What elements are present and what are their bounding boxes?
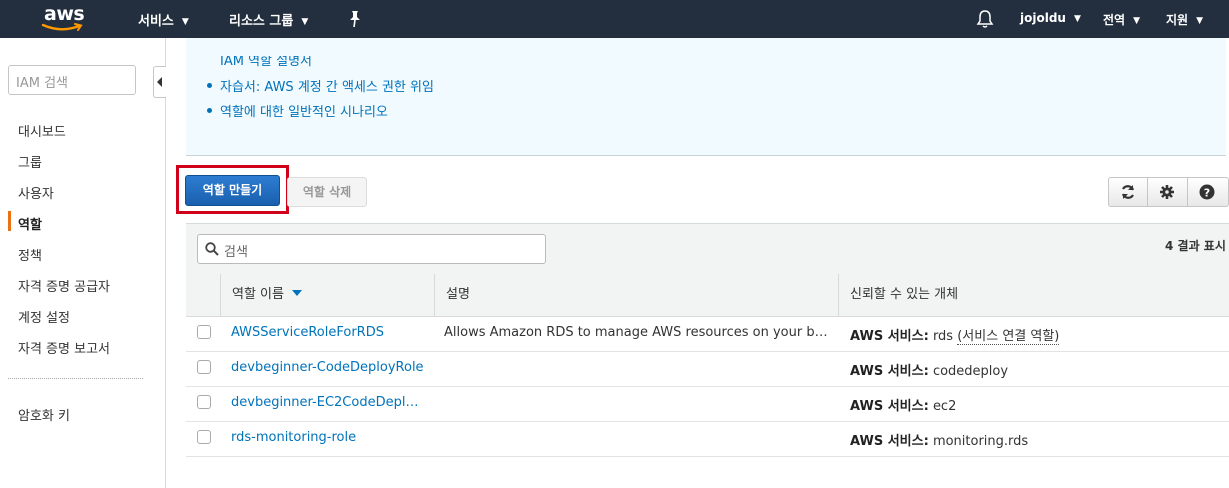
top-navigation-bar: aws 서비스 ▼ 리소스 그룹 ▼ jojoldu ▼ 전역 ▼ 지원 ▼	[0, 0, 1229, 38]
row-checkbox[interactable]	[197, 360, 211, 374]
gear-icon	[1160, 185, 1174, 199]
sidebar-item-encryption-keys[interactable]: 암호화 키	[18, 405, 70, 424]
row-checkbox[interactable]	[197, 430, 211, 444]
column-divider	[220, 274, 221, 316]
table-header: 역할 이름 설명 신뢰할 수 있는 개체	[186, 274, 1229, 317]
resource-groups-menu[interactable]: 리소스 그룹 ▼	[229, 10, 308, 29]
column-header-role-name[interactable]: 역할 이름	[232, 274, 302, 316]
aws-smile-icon	[41, 23, 83, 31]
help-icon: ?	[1199, 184, 1215, 200]
sidebar-item-credential-report[interactable]: 자격 증명 보고서	[18, 338, 110, 357]
sidebar-item-users[interactable]: 사용자	[18, 183, 54, 202]
info-link-iam-roles-docs[interactable]: IAM 역할 설명서	[220, 56, 312, 69]
role-name-link[interactable]: devbeginner-CodeDeployRole	[231, 360, 426, 375]
chevron-down-icon: ▼	[301, 17, 309, 27]
sidebar-item-dashboard[interactable]: 대시보드	[18, 121, 66, 140]
bell-icon[interactable]	[976, 9, 994, 29]
results-count: 4 결과 표시	[1165, 239, 1226, 253]
trusted-entity: AWS 서비스: ec2	[850, 399, 957, 414]
user-menu[interactable]: jojoldu ▼	[1020, 11, 1081, 25]
delete-role-button: 역할 삭제	[287, 177, 367, 207]
table-tools: ?	[1108, 177, 1229, 207]
region-menu[interactable]: 전역 ▼	[1103, 11, 1140, 28]
table-row: devbeginner-EC2CodeDeployRole AWS 서비스: e…	[186, 386, 1229, 422]
role-name-link[interactable]: rds-monitoring-role	[231, 430, 426, 445]
sidebar-item-account-settings[interactable]: 계정 설정	[18, 307, 70, 326]
sidebar: IAM 검색 대시보드 그룹 사용자 역할 정책 자격 증명 공급자 계정 설정…	[0, 38, 166, 488]
support-menu[interactable]: 지원 ▼	[1166, 11, 1203, 28]
role-name-link[interactable]: devbeginner-EC2CodeDeployRole	[231, 395, 421, 410]
chevron-down-icon: ▼	[181, 17, 189, 27]
role-name-link[interactable]: AWSServiceRoleForRDS	[231, 325, 426, 340]
sidebar-item-roles[interactable]: 역할	[18, 214, 42, 233]
services-menu[interactable]: 서비스 ▼	[138, 10, 189, 29]
pin-icon[interactable]	[347, 10, 363, 28]
active-indicator	[8, 211, 11, 231]
chevron-down-icon: ▼	[1073, 14, 1081, 24]
trusted-entity: AWS 서비스: monitoring.rds	[850, 434, 1029, 449]
role-description: Allows Amazon RDS to manage AWS resource…	[444, 325, 829, 340]
search-icon	[205, 242, 219, 256]
aws-logo-text: aws	[44, 3, 85, 25]
column-header-description[interactable]: 설명	[446, 274, 470, 316]
help-button[interactable]: ?	[1188, 178, 1226, 206]
info-panel: IAM 역할 설명서 자습서: AWS 계정 간 액세스 권한 위임 역할에 대…	[186, 38, 1226, 156]
chevron-down-icon: ▼	[1196, 16, 1204, 26]
svg-text:?: ?	[1204, 187, 1210, 200]
column-divider	[434, 274, 435, 316]
sort-descending-icon	[291, 290, 302, 296]
refresh-icon	[1121, 185, 1135, 199]
table-row: devbeginner-CodeDeployRole AWS 서비스: code…	[186, 351, 1229, 387]
table-toolbar: 검색 4 결과 표시	[186, 223, 1229, 275]
settings-button[interactable]	[1148, 178, 1186, 206]
sidebar-item-policies[interactable]: 정책	[18, 245, 42, 264]
column-header-trusted-entities[interactable]: 신뢰할 수 있는 개체	[850, 274, 958, 316]
iam-search-input[interactable]: IAM 검색	[8, 65, 136, 95]
sidebar-item-identity-providers[interactable]: 자격 증명 공급자	[18, 276, 110, 295]
trusted-entity: AWS 서비스: rds (서비스 연결 역할)	[850, 329, 1060, 345]
row-checkbox[interactable]	[197, 395, 211, 409]
refresh-button[interactable]	[1109, 178, 1147, 206]
sidebar-item-groups[interactable]: 그룹	[18, 152, 42, 171]
table-row: AWSServiceRoleForRDS Allows Amazon RDS t…	[186, 316, 1229, 352]
info-link-tutorial[interactable]: 자습서: AWS 계정 간 액세스 권한 위임	[207, 76, 434, 95]
search-placeholder: 검색	[224, 245, 248, 260]
collapse-sidebar-button[interactable]	[153, 66, 166, 98]
chevron-down-icon: ▼	[1133, 16, 1141, 26]
info-link-scenarios[interactable]: 역할에 대한 일반적인 시나리오	[207, 101, 388, 120]
trusted-entity: AWS 서비스: codedeploy	[850, 364, 1009, 379]
role-search-input[interactable]: 검색	[197, 234, 546, 264]
table-row: rds-monitoring-role AWS 서비스: monitoring.…	[186, 421, 1229, 457]
row-checkbox[interactable]	[197, 325, 211, 339]
column-divider	[838, 274, 839, 316]
sidebar-divider	[8, 378, 143, 379]
aws-logo[interactable]: aws	[38, 3, 90, 35]
create-role-button[interactable]: 역할 만들기	[185, 175, 280, 206]
